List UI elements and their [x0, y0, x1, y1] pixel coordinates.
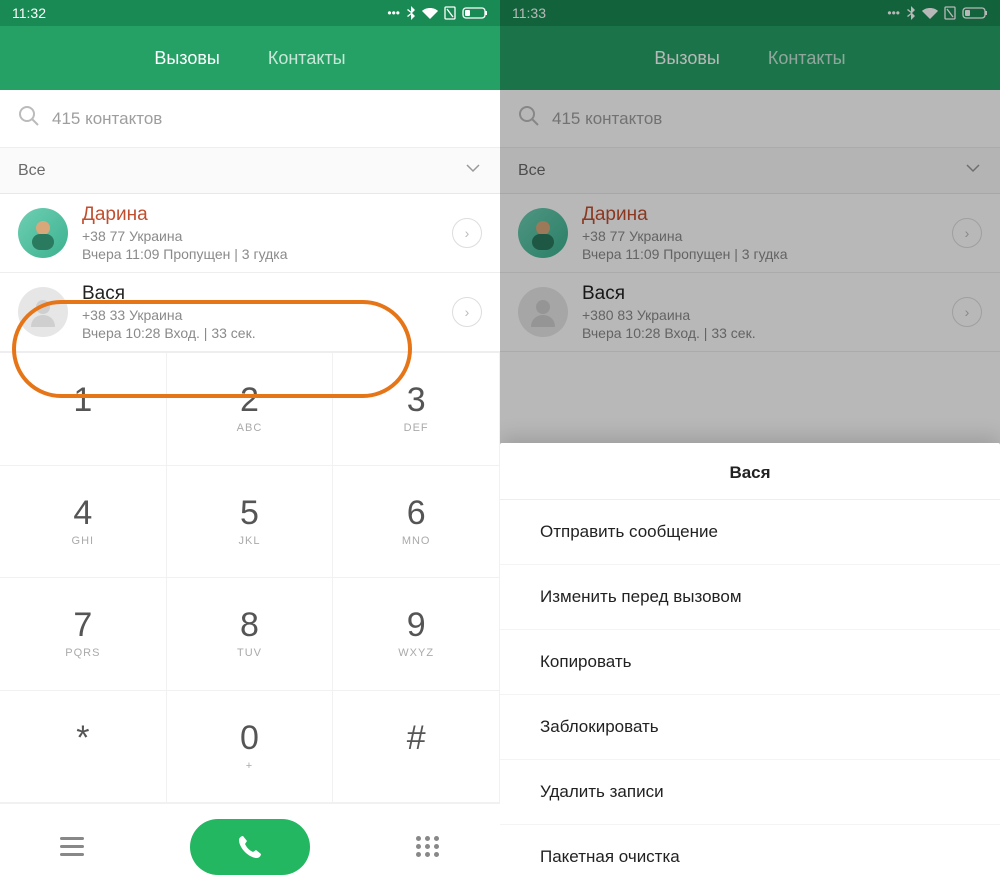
call-phone: +38 33 Украина — [82, 307, 438, 323]
call-body: Дарина +38 77 Украина Вчера 11:09 Пропущ… — [82, 204, 438, 262]
hamburger-icon — [60, 837, 84, 856]
sheet-title: Вася — [500, 443, 1000, 500]
key-0[interactable]: 0+ — [167, 691, 334, 804]
menu-button[interactable] — [47, 822, 97, 872]
context-menu: Вася Отправить сообщение Изменить перед … — [500, 443, 1000, 889]
filter-dropdown[interactable]: Все — [0, 148, 500, 194]
toggle-dialpad-button[interactable] — [403, 822, 453, 872]
key-2[interactable]: 2ABC — [167, 353, 334, 466]
avatar-placeholder — [18, 287, 68, 337]
dialpad: 1 2ABC 3DEF 4GHI 5JKL 6MNO 7PQRS 8TUV 9W… — [0, 352, 500, 803]
key-3[interactable]: 3DEF — [333, 353, 500, 466]
call-detail-button[interactable]: › — [452, 297, 482, 327]
key-8[interactable]: 8TUV — [167, 578, 334, 691]
menu-edit-before-call[interactable]: Изменить перед вызовом — [500, 565, 1000, 630]
wifi-icon — [422, 7, 438, 19]
status-time: 11:32 — [12, 5, 387, 21]
call-detail-button[interactable]: › — [452, 218, 482, 248]
menu-send-message[interactable]: Отправить сообщение — [500, 500, 1000, 565]
menu-batch-clear[interactable]: Пакетная очистка — [500, 825, 1000, 889]
phone-right: 11:33 ••• Вызовы Контакты 415 контактов — [500, 0, 1000, 889]
chevron-down-icon — [464, 159, 482, 182]
call-phone: +38 77 Украина — [82, 228, 438, 244]
status-icons: ••• — [387, 6, 488, 20]
call-row[interactable]: Вася +38 33 Украина Вчера 10:28 Вход. | … — [0, 273, 500, 352]
call-button[interactable] — [190, 819, 310, 875]
search-input[interactable]: 415 контактов — [0, 90, 500, 148]
call-meta: Вчера 10:28 Вход. | 33 сек. — [82, 325, 438, 341]
call-name: Дарина — [82, 204, 438, 226]
key-9[interactable]: 9WXYZ — [333, 578, 500, 691]
key-7[interactable]: 7PQRS — [0, 578, 167, 691]
menu-block[interactable]: Заблокировать — [500, 695, 1000, 760]
header-tabs: Вызовы Контакты — [0, 26, 500, 90]
call-body: Вася +38 33 Украина Вчера 10:28 Вход. | … — [82, 283, 438, 341]
more-icon: ••• — [387, 6, 400, 20]
grid-icon — [416, 836, 440, 857]
avatar — [18, 208, 68, 258]
key-star[interactable]: * — [0, 691, 167, 804]
filter-label: Все — [18, 162, 46, 180]
search-icon — [18, 105, 40, 132]
phone-icon — [235, 832, 265, 862]
key-6[interactable]: 6MNO — [333, 466, 500, 579]
call-name: Вася — [82, 283, 438, 305]
call-meta: Вчера 11:09 Пропущен | 3 гудка — [82, 246, 438, 262]
call-row[interactable]: Дарина +38 77 Украина Вчера 11:09 Пропущ… — [0, 194, 500, 273]
key-5[interactable]: 5JKL — [167, 466, 334, 579]
tab-calls[interactable]: Вызовы — [154, 48, 220, 69]
status-bar: 11:32 ••• — [0, 0, 500, 26]
key-hash[interactable]: # — [333, 691, 500, 804]
menu-delete-records[interactable]: Удалить записи — [500, 760, 1000, 825]
battery-icon — [462, 7, 488, 19]
search-placeholder: 415 контактов — [52, 109, 162, 129]
key-4[interactable]: 4GHI — [0, 466, 167, 579]
bottom-bar — [0, 803, 500, 889]
key-1[interactable]: 1 — [0, 353, 167, 466]
tab-contacts[interactable]: Контакты — [268, 48, 346, 69]
bluetooth-icon — [406, 6, 416, 20]
phone-left: 11:32 ••• Вызовы Контакты 415 контактов — [0, 0, 500, 889]
menu-copy[interactable]: Копировать — [500, 630, 1000, 695]
no-sim-icon — [444, 6, 456, 20]
